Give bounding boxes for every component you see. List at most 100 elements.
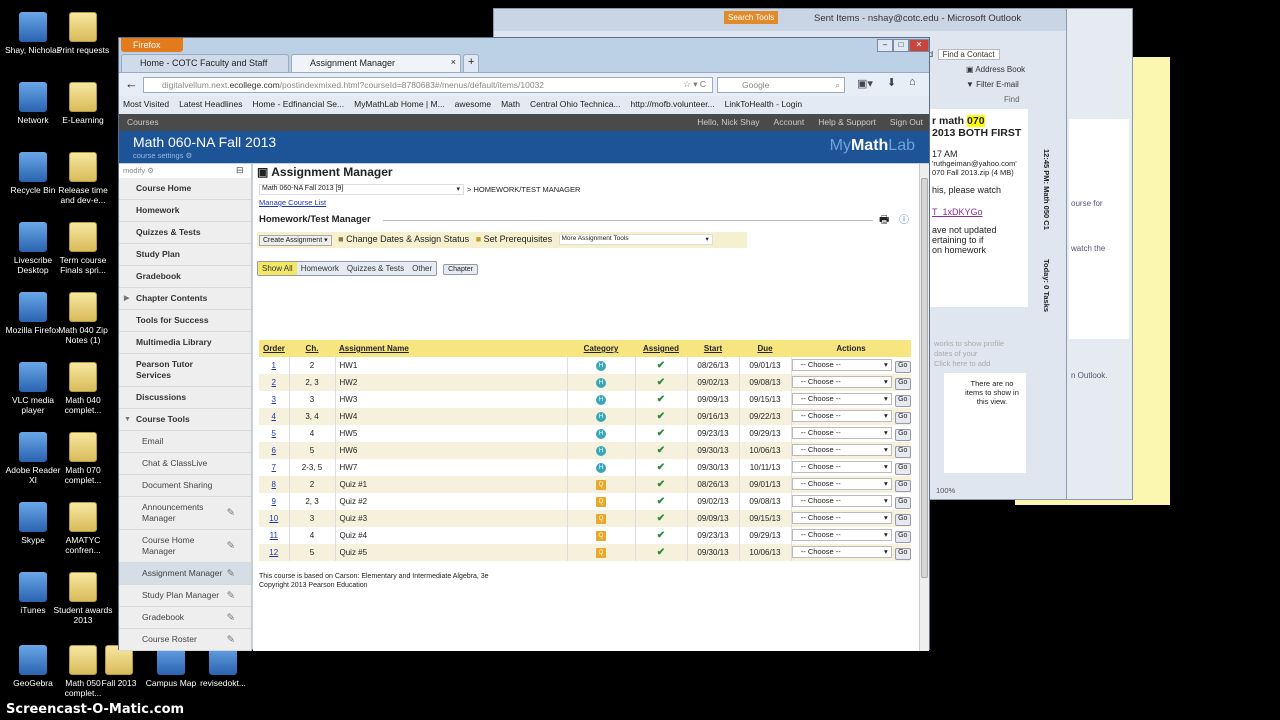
- help-link[interactable]: Help & Support: [818, 117, 876, 127]
- sidebar-item[interactable]: Gradebook ✎: [119, 607, 251, 629]
- order-link[interactable]: 4: [259, 408, 290, 425]
- column-header[interactable]: Start: [687, 340, 739, 357]
- action-select[interactable]: -- Choose --: [791, 511, 892, 524]
- page-scrollbar[interactable]: [919, 164, 929, 651]
- set-prerequisites-button[interactable]: ■ Set Prerequisites: [476, 234, 553, 244]
- column-header[interactable]: Order: [259, 340, 289, 357]
- go-button[interactable]: Go: [894, 360, 911, 373]
- edit-icon[interactable]: ✎: [227, 541, 235, 552]
- edit-icon[interactable]: ✎: [227, 508, 235, 519]
- order-link[interactable]: 5: [259, 425, 290, 442]
- order-link[interactable]: 1: [259, 357, 290, 374]
- manage-course-list-link[interactable]: Manage Course List: [259, 198, 326, 207]
- sidebar-item[interactable]: Tools for Success: [119, 310, 251, 332]
- modify-link[interactable]: modify ⚙ ⊟: [119, 164, 251, 178]
- filter-button[interactable]: Show All: [258, 262, 297, 275]
- firefox-window[interactable]: Firefox – □ ✕ Home - COTC Faculty and St…: [118, 37, 930, 651]
- action-select[interactable]: -- Choose --: [791, 392, 892, 405]
- desktop-icon[interactable]: Term course Finals spri...: [52, 222, 114, 275]
- reading-pane[interactable]: r math 070 2013 BOTH FIRST 17 AM 'ruthge…: [928, 109, 1028, 307]
- go-button[interactable]: Go: [894, 445, 911, 458]
- search-input[interactable]: Google ⌕: [717, 77, 845, 93]
- go-button[interactable]: Go: [894, 394, 911, 407]
- go-button[interactable]: Go: [894, 513, 911, 526]
- sidebar-item[interactable]: Assignment Manager ✎: [119, 563, 251, 585]
- go-button[interactable]: Go: [894, 547, 911, 560]
- change-dates-button[interactable]: ■ Change Dates & Assign Status: [338, 234, 469, 244]
- sidebar-item[interactable]: Course Roster ✎: [119, 629, 251, 651]
- order-link[interactable]: 3: [259, 391, 290, 408]
- action-select[interactable]: -- Choose --: [791, 358, 892, 371]
- sidebar-item[interactable]: Quizzes & Tests: [119, 222, 251, 244]
- sidebar-item[interactable]: Homework: [119, 200, 251, 222]
- action-select[interactable]: -- Choose --: [791, 545, 892, 558]
- desktop-icon[interactable]: Student awards 2013: [52, 572, 114, 625]
- collapse-sidebar-icon[interactable]: ⊟: [236, 165, 244, 176]
- maximize-button[interactable]: □: [893, 39, 909, 52]
- filter-button[interactable]: Homework: [297, 262, 343, 275]
- todo-tasks[interactable]: Today: 0 Tasks: [1042, 259, 1051, 312]
- desktop-icon[interactable]: Math 040 complet...: [52, 362, 114, 415]
- find-contact-input[interactable]: Find a Contact: [937, 49, 1000, 60]
- desktop-icon[interactable]: Print requests: [52, 12, 114, 55]
- filter-button[interactable]: Quizzes & Tests: [343, 262, 408, 275]
- tab-assignment-manager[interactable]: Assignment Manager ×: [291, 54, 461, 72]
- edit-icon[interactable]: ✎: [227, 634, 235, 645]
- course-select[interactable]: Math 060-NA Fall 2013 [9] ▾: [259, 184, 464, 195]
- sidebar-item[interactable]: Gradebook: [119, 266, 251, 288]
- download-icon[interactable]: ⬇: [887, 76, 896, 89]
- edit-icon[interactable]: ✎: [227, 568, 235, 579]
- action-select[interactable]: -- Choose --: [791, 443, 892, 456]
- todo-appointment[interactable]: 12:45 PM: Math 050 C1: [1042, 149, 1051, 230]
- action-select[interactable]: -- Choose --: [791, 494, 892, 507]
- reload-icon[interactable]: ☆ ▾ C: [683, 79, 706, 90]
- bookmark-item[interactable]: Latest Headlines: [179, 99, 242, 109]
- bookmark-item[interactable]: Most Visited: [123, 99, 169, 109]
- email-link[interactable]: T_1xDKYGo: [932, 207, 1024, 217]
- new-tab-button[interactable]: +: [463, 54, 479, 72]
- action-select[interactable]: -- Choose --: [791, 477, 892, 490]
- go-button[interactable]: Go: [894, 411, 911, 424]
- column-header[interactable]: Due: [739, 340, 791, 357]
- go-button[interactable]: Go: [894, 496, 911, 509]
- bookmark-item[interactable]: LinkToHealth - Login: [725, 99, 803, 109]
- edit-icon[interactable]: ✎: [227, 612, 235, 623]
- order-link[interactable]: 7: [259, 459, 290, 476]
- action-select[interactable]: -- Choose --: [791, 409, 892, 422]
- order-link[interactable]: 12: [259, 544, 290, 561]
- help-icon[interactable]: ⓘ: [899, 211, 909, 226]
- sidebar-item[interactable]: Discussions: [119, 387, 251, 409]
- filter-email-button[interactable]: Filter E-mail: [976, 80, 1019, 89]
- bookmark-item[interactable]: Math: [501, 99, 520, 109]
- filter-button[interactable]: Other: [408, 262, 436, 275]
- action-select[interactable]: -- Choose --: [791, 460, 892, 473]
- address-book-button[interactable]: Address Book: [975, 65, 1025, 74]
- go-button[interactable]: Go: [894, 530, 911, 543]
- sidebar-item[interactable]: Course Home Manager ✎: [119, 530, 251, 563]
- order-link[interactable]: 11: [259, 527, 290, 544]
- sidebar-item[interactable]: Email: [119, 431, 251, 453]
- order-link[interactable]: 8: [259, 476, 290, 493]
- go-button[interactable]: Go: [894, 428, 911, 441]
- bookmark-item[interactable]: awesome: [455, 99, 491, 109]
- sidebar-item[interactable]: ▼ Course Tools: [119, 409, 251, 431]
- sidebar-item[interactable]: Study Plan: [119, 244, 251, 266]
- home-icon[interactable]: ⌂: [909, 76, 916, 88]
- desktop-icon[interactable]: AMATYC confren...: [52, 502, 114, 555]
- courses-link[interactable]: Courses: [127, 117, 159, 127]
- column-header[interactable]: Assigned: [635, 340, 687, 357]
- order-link[interactable]: 2: [259, 374, 290, 391]
- more-tools-select[interactable]: More Assignment Tools ▾: [558, 234, 713, 246]
- course-settings-link[interactable]: course settings ⚙: [133, 151, 192, 160]
- action-select[interactable]: -- Choose --: [791, 426, 892, 439]
- create-assignment-button[interactable]: Create Assignment ▾: [259, 235, 332, 246]
- sidebar-item[interactable]: ▶ Chapter Contents: [119, 288, 251, 310]
- order-link[interactable]: 10: [259, 510, 290, 527]
- column-header[interactable]: Assignment Name: [335, 340, 567, 357]
- print-icon[interactable]: 🖶: [879, 211, 889, 230]
- firefox-menu-button[interactable]: Firefox: [121, 38, 183, 52]
- sidebar-item[interactable]: Document Sharing: [119, 475, 251, 497]
- bookmark-item[interactable]: Home - Edfinancial Se...: [252, 99, 344, 109]
- email-attachment[interactable]: 070 Fall 2013.zip (4 MB): [932, 168, 1024, 177]
- minimize-button[interactable]: –: [877, 39, 893, 52]
